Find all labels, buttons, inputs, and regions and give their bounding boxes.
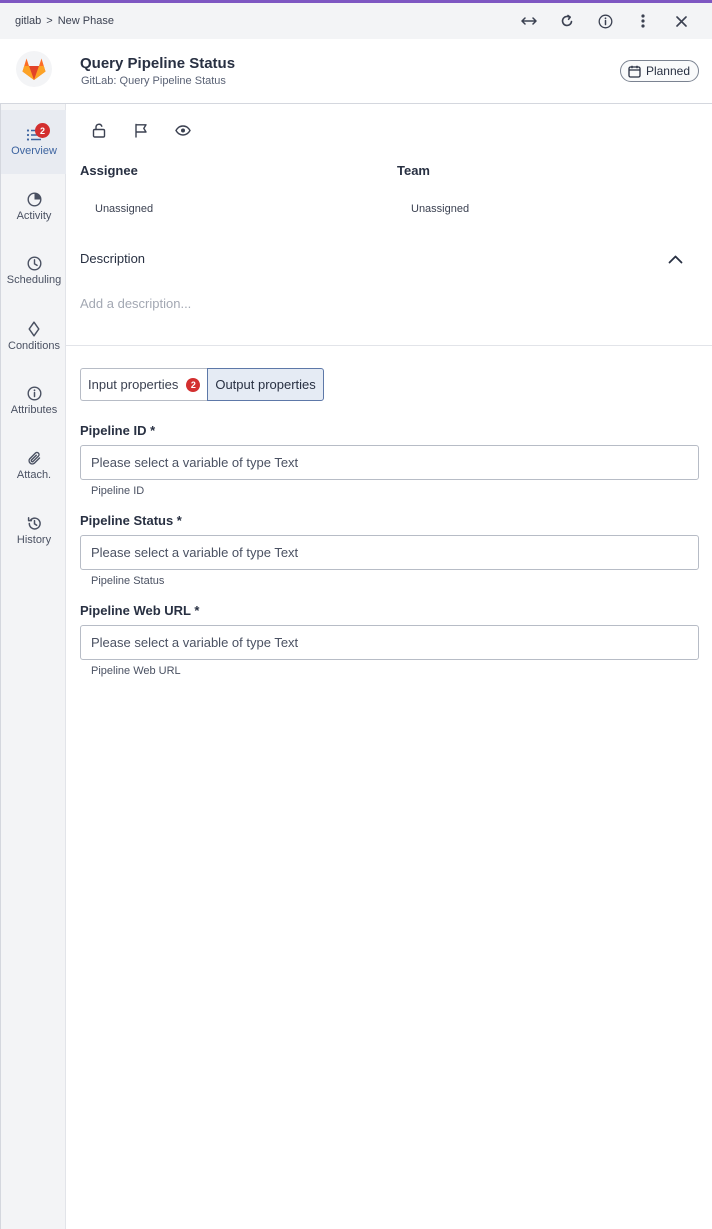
task-header: Query Pipeline Status GitLab: Query Pipe… [0,39,712,104]
sidebar-item-label: History [16,534,52,546]
sidebar-item-activity[interactable]: Activity [1,175,67,239]
sidebar: Overview 2 Activity Scheduling Condition… [0,104,68,1229]
tab-output-label: Output properties [215,377,316,392]
assignee-label: Assignee [80,163,138,178]
description-label: Description [80,251,146,266]
status-label: Planned [645,64,690,78]
assignee-value[interactable]: Unassigned [95,203,153,215]
pipeline-web-url-label: Pipeline Web URL * [80,603,200,618]
sidebar-item-label: Attributes [10,404,58,416]
info-button[interactable] [586,3,624,39]
calendar-icon [628,65,641,78]
sidebar-item-history[interactable]: History [1,499,67,563]
breadcrumb: gitlab > New Phase [15,15,114,27]
refresh-icon [561,14,573,27]
pipeline-status-input[interactable] [80,535,699,570]
pipeline-status-label: Pipeline Status * [80,513,182,528]
breadcrumb-current: New Phase [57,15,114,27]
lock-icon [92,123,106,138]
sidebar-item-attributes[interactable]: Attributes [1,369,67,433]
sidebar-item-label: Overview [11,144,57,157]
sidebar-item-label: Conditions [8,339,60,352]
close-icon [675,15,687,27]
pipeline-web-url-help: Pipeline Web URL [91,665,181,677]
collapse-description-button[interactable] [664,250,686,268]
tab-input-badge: 2 [186,377,201,392]
pie-icon [26,192,42,207]
sidebar-item-label: Scheduling [6,274,62,286]
breadcrumb-separator: > [46,15,53,27]
paperclip-icon [27,451,40,465]
lock-button[interactable] [88,119,110,141]
page-title: Query Pipeline Status [80,55,236,72]
history-icon [27,517,41,530]
quick-actions [88,119,194,141]
breadcrumb-root[interactable]: gitlab [15,15,41,27]
gitlab-logo [16,51,52,87]
more-options-button[interactable] [624,3,662,39]
main-panel: Assignee Unassigned Team Unassigned Desc… [66,104,712,1229]
window-actions [510,3,700,39]
tab-input-properties[interactable]: Input properties 2 [80,368,208,401]
gitlab-icon [22,58,46,80]
pipeline-web-url-input[interactable] [80,625,699,660]
expand-horizontal-icon [521,17,537,25]
team-value[interactable]: Unassigned [411,203,469,215]
expand-horizontal-button[interactable] [510,3,548,39]
sidebar-item-scheduling[interactable]: Scheduling [1,239,67,303]
team-label: Team [397,163,430,178]
info-icon [598,14,612,28]
pipeline-status-help: Pipeline Status [91,575,165,587]
watch-button[interactable] [172,119,194,141]
diamond-icon [28,320,40,337]
tab-output-properties[interactable]: Output properties [207,368,324,401]
more-vertical-icon [641,14,645,28]
chevron-up-icon [668,255,682,263]
properties-tabs: Input properties 2 Output properties [80,368,324,401]
sidebar-item-conditions[interactable]: Conditions [1,304,67,368]
pipeline-id-help: Pipeline ID [91,485,145,497]
sidebar-item-overview[interactable]: Overview 2 [1,110,68,180]
description-input[interactable]: Add a description... [80,296,191,311]
page-subtitle: GitLab: Query Pipeline Status [81,75,226,87]
sidebar-overview-badge: 2 [35,123,50,138]
eye-icon [175,124,191,136]
pipeline-id-input[interactable] [80,445,699,480]
tab-input-label: Input properties [88,377,179,392]
sidebar-item-attachments[interactable]: Attach. [1,434,67,498]
window-topbar: gitlab > New Phase [0,3,712,39]
clock-icon [26,256,42,271]
close-button[interactable] [662,3,700,39]
pipeline-id-label: Pipeline ID * [80,423,156,438]
sidebar-item-label: Activity [16,210,52,222]
info-icon [26,386,42,401]
sidebar-item-label: Attach. [16,469,52,481]
flag-button[interactable] [130,119,152,141]
refresh-button[interactable] [548,3,586,39]
flag-icon [135,123,147,138]
section-divider [66,345,712,346]
status-badge[interactable]: Planned [619,60,699,82]
